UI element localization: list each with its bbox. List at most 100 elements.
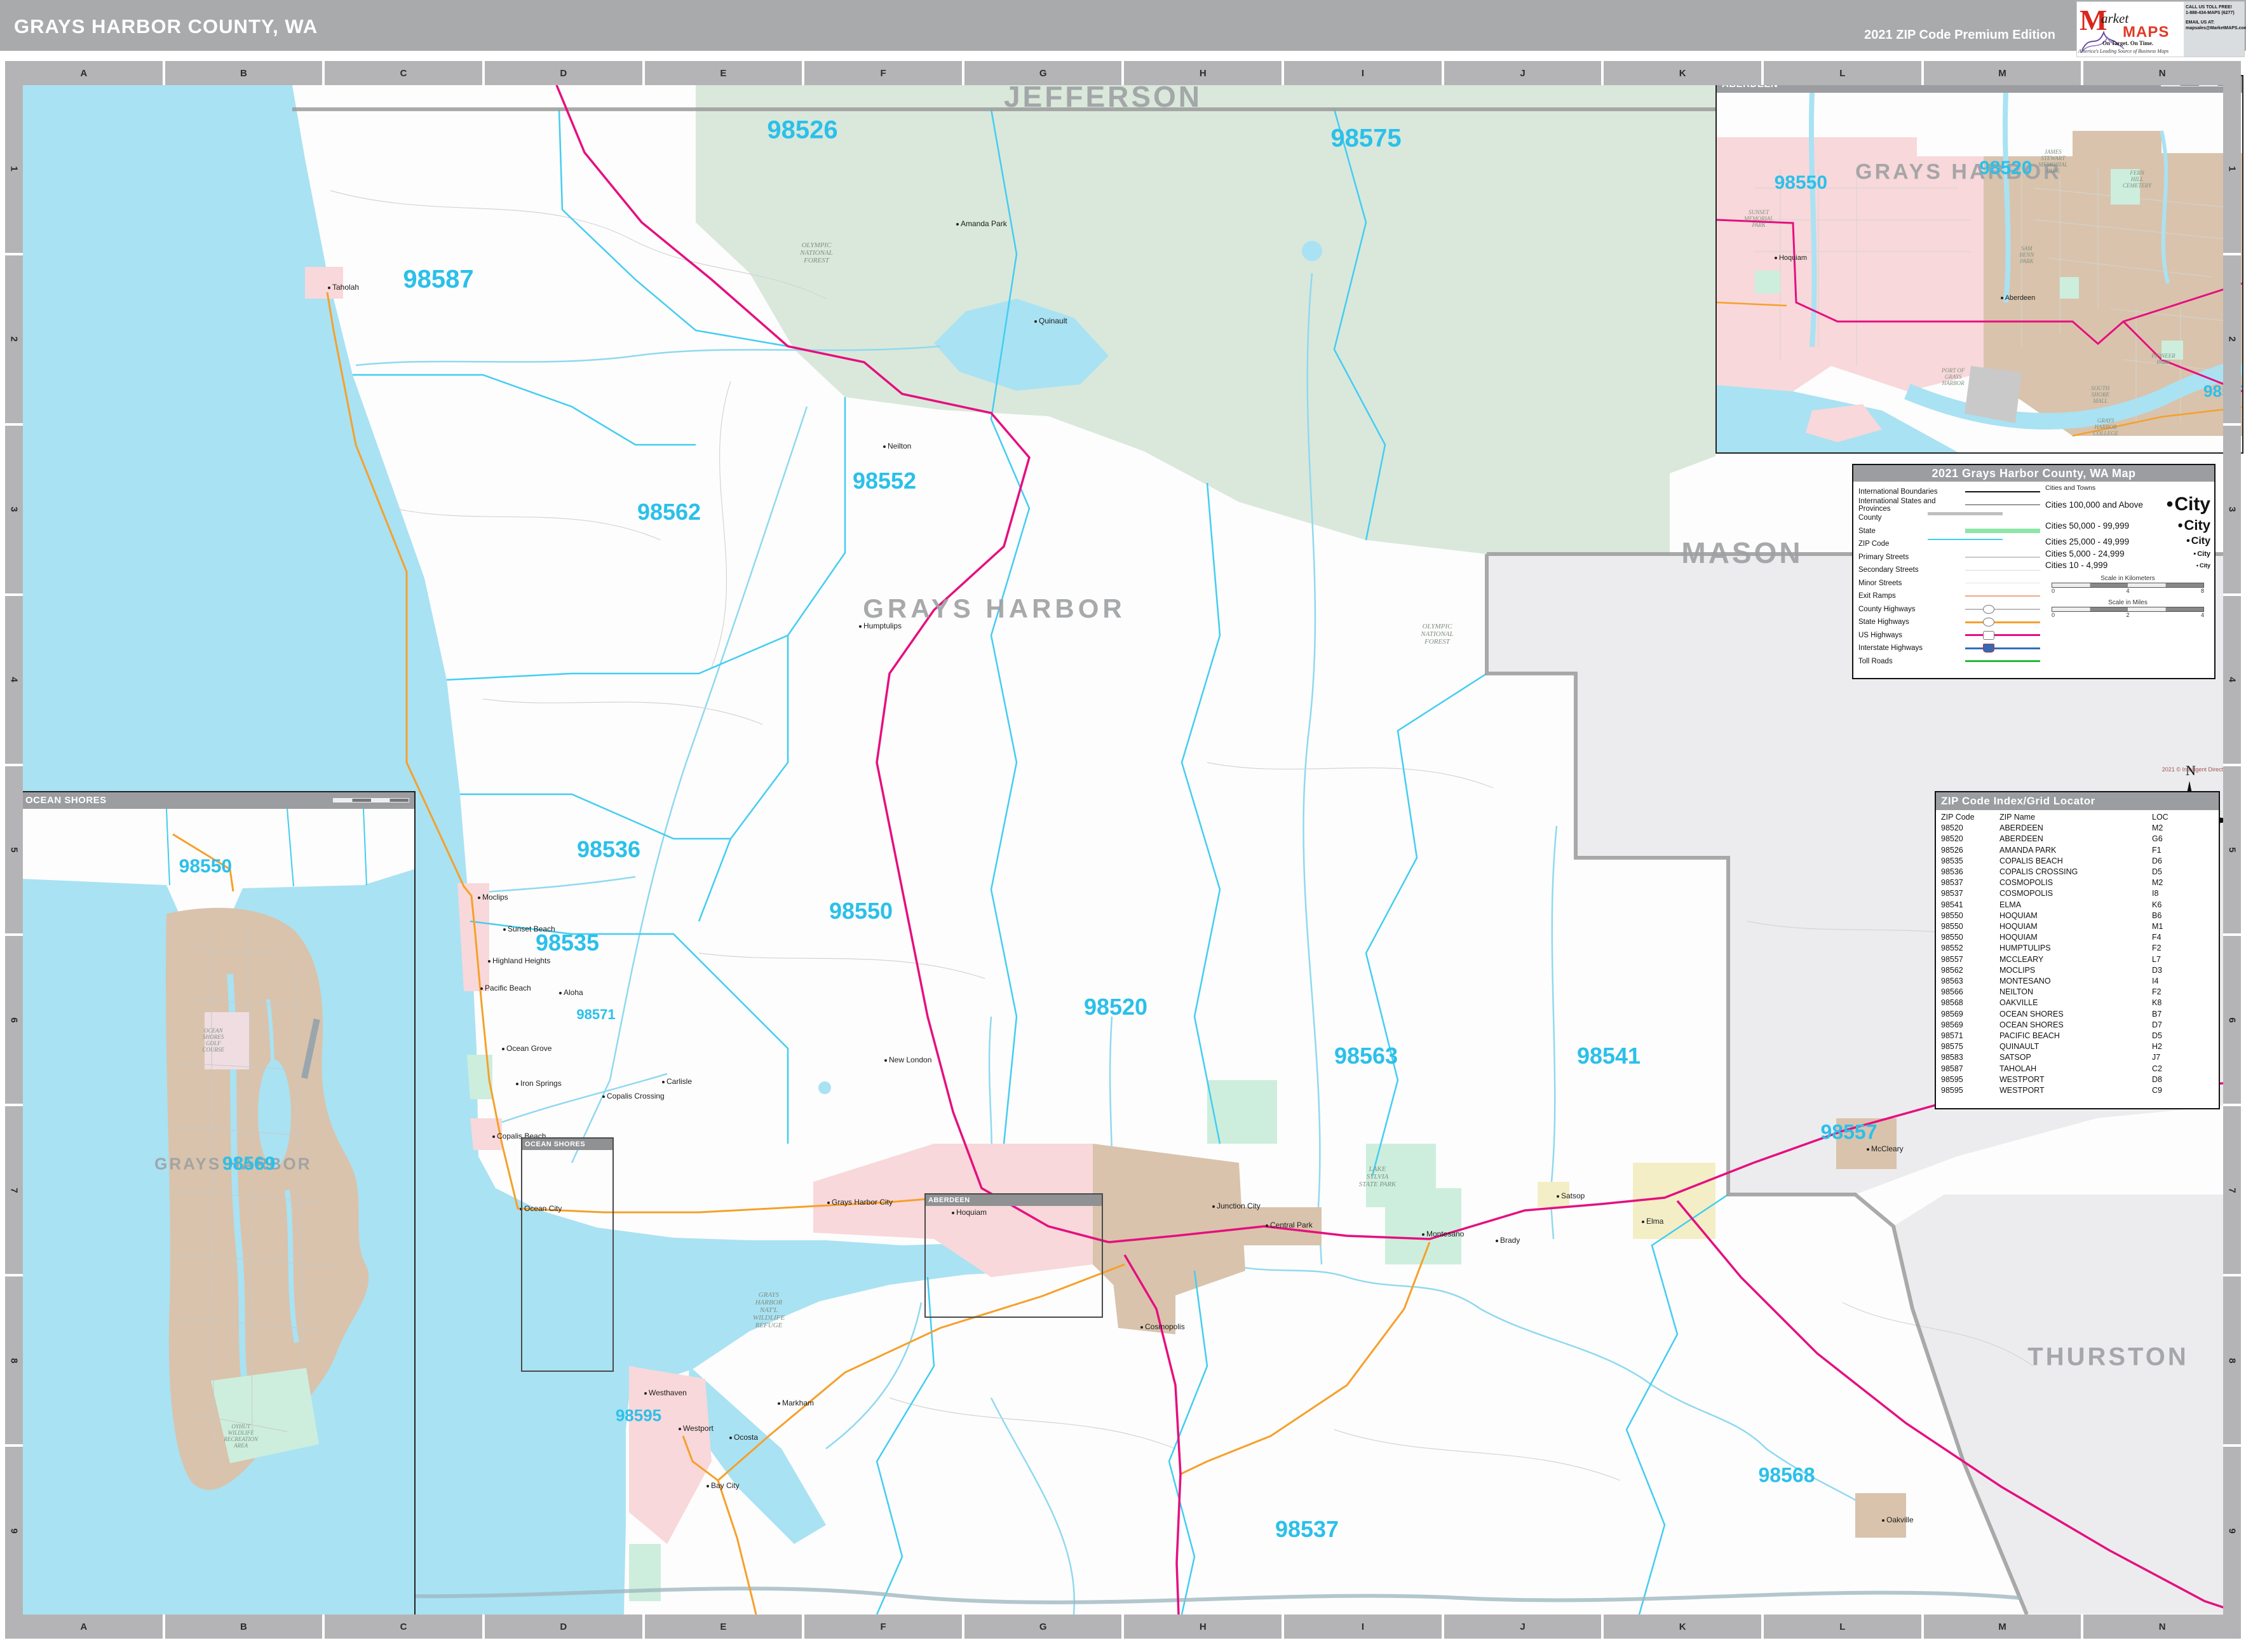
city-class-sample: City [2186, 536, 2210, 547]
grid-number: 8 [5, 1276, 23, 1447]
zip-index-cell: 98566 [1941, 987, 1999, 998]
legend-row: US Highways [1858, 629, 2044, 642]
page-title: GRAYS HARBOR COUNTY, WA [14, 15, 318, 38]
grid-letter: L [1764, 61, 1924, 85]
zip-index-cell: K8 [2152, 998, 2203, 1008]
legend-row: Toll Roads [1858, 655, 2044, 668]
grid-number: 9 [5, 1447, 23, 1615]
inset-aberdeen[interactable]: ABERDEEN [1715, 75, 2243, 454]
zip-index-cell: COSMOPOLIS [1999, 877, 2152, 888]
logo-maps: MAPS [2123, 24, 2169, 41]
place-label: GRAYS HARBOR NAT'L WILDLIFE REFUGE [753, 1291, 785, 1329]
legend-swatch-ushwy [1965, 631, 2040, 640]
zip-index-row: 98536COPALIS CROSSINGD5 [1941, 867, 2219, 877]
grid-letter: A [5, 1615, 165, 1639]
zip-label: 98575 [1330, 125, 1401, 153]
city-label: Highland Heights [488, 956, 550, 965]
grid-letter: B [165, 61, 325, 85]
city-class-row: Cities 5,000 - 24,999City [2045, 549, 2210, 559]
inset-ocean-shores[interactable]: OCEAN SHORES [19, 791, 416, 1635]
city-class-sample: City [2193, 550, 2210, 558]
inset-place-label: GRAYS HARBOR COLLEGE [2093, 417, 2118, 437]
legend-item-label: Primary Streets [1858, 553, 1965, 561]
scalebar-title: Scale in Kilometers [2045, 575, 2210, 582]
zip-index-cell: 98568 [1941, 998, 1999, 1008]
logo-contact-line: 1-888-434-MAPS (6277) [2186, 10, 2242, 16]
legend-row: County [1858, 511, 2044, 525]
inset-zip-label: 98550 [1775, 172, 1827, 194]
zip-index-table: ZIP CodeZIP NameLOC98520ABERDEENM298520A… [1936, 810, 2219, 1096]
city-label: Copalis Crossing [602, 1092, 665, 1100]
zip-index-cell: 98569 [1941, 1009, 1999, 1020]
inset-ocean-shores-map [20, 809, 414, 1634]
grid-letter: A [5, 61, 165, 85]
logo-tagline: On Target. On Time. [2102, 40, 2153, 46]
legend-row: State Highways [1858, 616, 2044, 629]
zip-index-row: 98587TAHOLAHC2 [1941, 1064, 2219, 1074]
zip-index-cell: B7 [2152, 1009, 2203, 1020]
logo-contact-line: EMAIL US AT: [2186, 20, 2242, 25]
zip-index-cell: WESTPORT [1999, 1074, 2152, 1085]
zip-index-cell: QUINAULT [1999, 1041, 2152, 1052]
legend-row: Primary Streets [1858, 551, 2044, 564]
grid-number: 6 [5, 936, 23, 1106]
inset-aberdeen-body: GRAYS HARBOR985509852098537HoquiamAberde… [1717, 93, 2242, 452]
grid-letter: H [1124, 1615, 1284, 1639]
zip-index-cell: I8 [2152, 888, 2203, 899]
county-label: MASON [1681, 536, 1803, 570]
grid-number: 7 [5, 1106, 23, 1276]
source-box[interactable]: OCEAN SHORES [521, 1137, 614, 1372]
zip-index-row: 98562MOCLIPSD3 [1941, 965, 2219, 976]
city-label: Pacific Beach [480, 984, 531, 992]
city-label: Moclips [478, 893, 508, 902]
zip-index-row: 98571PACIFIC BEACHD5 [1941, 1031, 2219, 1041]
zip-index-cell: PACIFIC BEACH [1999, 1031, 2152, 1041]
grid-letter: I [1284, 1615, 1444, 1639]
zip-index-header: LOC [2152, 812, 2203, 823]
zip-label: 98526 [767, 116, 837, 145]
zip-index-row: 98583SATSOPJ7 [1941, 1052, 2219, 1063]
zip-index-cell: ABERDEEN [1999, 823, 2152, 834]
grid-number: 1 [5, 85, 23, 255]
header-bar: GRAYS HARBOR COUNTY, WA 2021 ZIP Code Pr… [0, 0, 2246, 51]
inset-ocean-shores-scalebar [333, 798, 409, 803]
zip-index-cell: D5 [2152, 867, 2203, 877]
zip-index-row: 98566NEILTONF2 [1941, 987, 2219, 998]
zip-index-cell: MOCLIPS [1999, 965, 2152, 976]
city-label: Ocosta [729, 1433, 758, 1442]
zip-label: 98562 [637, 499, 701, 525]
legend-row: International Boundaries [1858, 485, 2044, 499]
highway-shield-icon [1983, 605, 1994, 614]
zip-index-cell: 98535 [1941, 856, 1999, 867]
zip-index-row: 98550HOQUIAMM1 [1941, 921, 2219, 932]
zip-index-cell: COPALIS BEACH [1999, 856, 2152, 867]
city-class-row: Cities 25,000 - 49,999City [2045, 536, 2210, 547]
grid-number: 2 [5, 255, 23, 426]
inset-place-label: PORT OF GRAYS HARBOR [1942, 367, 1965, 386]
zip-index-cell: F2 [2152, 943, 2203, 954]
county-label: GRAYS HARBOR [863, 593, 1126, 624]
grid-letter: B [165, 1615, 325, 1639]
inset-ocean-shores-body: GRAYS HARBOR9855098569OCEAN SHORES GOLF … [20, 809, 414, 1634]
source-box[interactable]: ABERDEEN [924, 1193, 1103, 1318]
zip-index-cell: 98557 [1941, 954, 1999, 965]
compass-n: N [2186, 762, 2196, 779]
zip-index-cell: 98550 [1941, 921, 1999, 932]
zip-index-cell: D5 [2152, 1031, 2203, 1041]
zip-index-cell: H2 [2152, 1041, 2203, 1052]
zip-index-cell: D7 [2152, 1020, 2203, 1031]
zip-index-row: 98541ELMAK6 [1941, 900, 2219, 911]
grid-letter: I [1284, 61, 1444, 85]
zip-index-cell: 98537 [1941, 888, 1999, 899]
inset-city-label: Hoquiam [1775, 254, 1807, 262]
highway-shield-icon [1983, 644, 1994, 653]
source-box-title: OCEAN SHORES [522, 1139, 612, 1150]
zip-index-cell: C2 [2152, 1064, 2203, 1074]
legend-item-label: State Highways [1858, 618, 1965, 626]
grid-letter: F [804, 61, 964, 85]
city-label: Ocean Grove [502, 1044, 551, 1053]
zip-index-cell: OAKVILLE [1999, 998, 2152, 1008]
zip-label: 98537 [1275, 1516, 1339, 1543]
legend-swatch-primary [1965, 553, 2040, 562]
city-class-row: Cities 10 - 4,999City [2045, 560, 2210, 570]
